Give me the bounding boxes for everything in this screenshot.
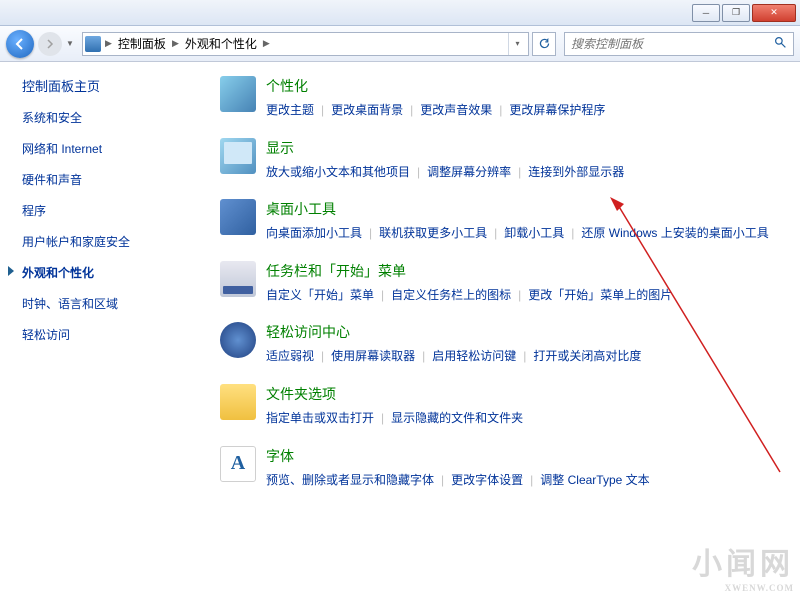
nav-history-dropdown[interactable]: ▼ — [66, 39, 78, 48]
link-separator: | — [362, 226, 379, 240]
sidebar-item[interactable]: 时钟、语言和区域 — [22, 295, 210, 312]
category-fonts: 字体预览、删除或者显示和隐藏字体|更改字体设置|调整 ClearType 文本 — [220, 446, 780, 492]
category-link[interactable]: 联机获取更多小工具 — [379, 226, 487, 240]
category-link[interactable]: 更改主题 — [266, 103, 314, 117]
category-link[interactable]: 打开或关闭高对比度 — [533, 349, 641, 363]
link-separator: | — [492, 103, 509, 117]
category-link[interactable]: 预览、删除或者显示和隐藏字体 — [266, 473, 434, 487]
sidebar-item[interactable]: 轻松访问 — [22, 326, 210, 343]
category-link[interactable]: 更改声音效果 — [420, 103, 492, 117]
category-ease-of-access: 轻松访问中心适应弱视|使用屏幕读取器|启用轻松访问键|打开或关闭高对比度 — [220, 322, 780, 368]
category-title[interactable]: 轻松访问中心 — [266, 322, 780, 342]
folder-options-icon — [220, 384, 256, 420]
category-display: 显示放大或缩小文本和其他项目|调整屏幕分辨率|连接到外部显示器 — [220, 138, 780, 184]
link-separator: | — [410, 165, 427, 179]
category-title[interactable]: 字体 — [266, 446, 780, 466]
sidebar-item[interactable]: 外观和个性化 — [22, 264, 210, 281]
taskbar-icon — [220, 261, 256, 297]
sidebar-item[interactable]: 系统和安全 — [22, 109, 210, 126]
category-link[interactable]: 放大或缩小文本和其他项目 — [266, 165, 410, 179]
refresh-button[interactable] — [532, 32, 556, 56]
category-link[interactable]: 调整屏幕分辨率 — [427, 165, 511, 179]
breadcrumb-1[interactable]: 控制面板 — [116, 35, 168, 52]
sidebar-item[interactable]: 硬件和声音 — [22, 171, 210, 188]
category-title[interactable]: 显示 — [266, 138, 780, 158]
link-separator: | — [487, 226, 504, 240]
ease-of-access-icon — [220, 322, 256, 358]
link-separator: | — [523, 473, 540, 487]
arrow-left-icon — [13, 37, 27, 51]
crumb-sep-icon: ▶ — [263, 38, 270, 49]
category-link[interactable]: 启用轻松访问键 — [432, 349, 516, 363]
control-panel-home[interactable]: 控制面板主页 — [22, 76, 210, 95]
category-folder-options: 文件夹选项指定单击或双击打开|显示隐藏的文件和文件夹 — [220, 384, 780, 430]
sidebar-item[interactable]: 用户帐户和家庭安全 — [22, 233, 210, 250]
personalize-icon — [220, 76, 256, 112]
category-taskbar: 任务栏和「开始」菜单自定义「开始」菜单|自定义任务栏上的图标|更改「开始」菜单上… — [220, 261, 780, 307]
link-separator: | — [415, 349, 432, 363]
main-content: 个性化更改主题|更改桌面背景|更改声音效果|更改屏幕保护程序显示放大或缩小文本和… — [210, 62, 800, 599]
category-link[interactable]: 还原 Windows 上安装的桌面小工具 — [581, 226, 768, 240]
category-title[interactable]: 个性化 — [266, 76, 780, 96]
link-separator: | — [403, 103, 420, 117]
crumb-sep-icon: ▶ — [172, 38, 179, 49]
link-separator: | — [516, 349, 533, 363]
close-button[interactable]: ✕ — [752, 4, 796, 22]
category-link[interactable]: 连接到外部显示器 — [528, 165, 624, 179]
link-separator: | — [434, 473, 451, 487]
display-icon — [220, 138, 256, 174]
link-separator: | — [374, 288, 391, 302]
address-bar[interactable]: ▶ 控制面板 ▶ 外观和个性化 ▶ ▾ — [82, 32, 529, 56]
category-link[interactable]: 显示隐藏的文件和文件夹 — [391, 411, 523, 425]
category-link[interactable]: 自定义「开始」菜单 — [266, 288, 374, 302]
category-link[interactable]: 向桌面添加小工具 — [266, 226, 362, 240]
link-separator: | — [374, 411, 391, 425]
link-separator: | — [314, 349, 331, 363]
category-title[interactable]: 任务栏和「开始」菜单 — [266, 261, 780, 281]
category-link[interactable]: 卸载小工具 — [504, 226, 564, 240]
category-link[interactable]: 使用屏幕读取器 — [331, 349, 415, 363]
category-link[interactable]: 更改桌面背景 — [331, 103, 403, 117]
maximize-button[interactable]: ❐ — [722, 4, 750, 22]
link-separator: | — [564, 226, 581, 240]
breadcrumb-2[interactable]: 外观和个性化 — [183, 35, 259, 52]
category-personalize: 个性化更改主题|更改桌面背景|更改声音效果|更改屏幕保护程序 — [220, 76, 780, 122]
address-dropdown[interactable]: ▾ — [508, 33, 526, 55]
category-link[interactable]: 调整 ClearType 文本 — [540, 473, 649, 487]
category-link[interactable]: 更改字体设置 — [451, 473, 523, 487]
link-separator: | — [314, 103, 331, 117]
arrow-right-icon — [45, 39, 55, 49]
sidebar: 控制面板主页 系统和安全网络和 Internet 硬件和声音程序用户帐户和家庭安全… — [0, 62, 210, 599]
category-gadgets: 桌面小工具向桌面添加小工具|联机获取更多小工具|卸载小工具|还原 Windows… — [220, 199, 780, 245]
link-separator: | — [511, 288, 528, 302]
crumb-sep-icon: ▶ — [105, 38, 112, 49]
gadgets-icon — [220, 199, 256, 235]
category-link[interactable]: 自定义任务栏上的图标 — [391, 288, 511, 302]
refresh-icon — [538, 37, 551, 50]
back-button[interactable] — [6, 30, 34, 58]
minimize-button[interactable]: ─ — [692, 4, 720, 22]
link-separator: | — [511, 165, 528, 179]
category-link[interactable]: 适应弱视 — [266, 349, 314, 363]
fonts-icon — [220, 446, 256, 482]
window-titlebar: ─ ❐ ✕ — [0, 0, 800, 26]
sidebar-item[interactable]: 程序 — [22, 202, 210, 219]
navigation-bar: ▼ ▶ 控制面板 ▶ 外观和个性化 ▶ ▾ — [0, 26, 800, 62]
category-title[interactable]: 文件夹选项 — [266, 384, 780, 404]
control-panel-icon — [85, 36, 101, 52]
sidebar-item[interactable]: 网络和 Internet — [22, 140, 210, 157]
search-input[interactable] — [571, 37, 774, 51]
search-box[interactable] — [564, 32, 794, 56]
category-link[interactable]: 更改「开始」菜单上的图片 — [528, 288, 672, 302]
category-title[interactable]: 桌面小工具 — [266, 199, 780, 219]
category-link[interactable]: 更改屏幕保护程序 — [509, 103, 605, 117]
watermark: 小闻网 XWENW.COM — [692, 539, 794, 593]
category-link[interactable]: 指定单击或双击打开 — [266, 411, 374, 425]
forward-button[interactable] — [38, 32, 62, 56]
search-icon[interactable] — [774, 36, 787, 52]
